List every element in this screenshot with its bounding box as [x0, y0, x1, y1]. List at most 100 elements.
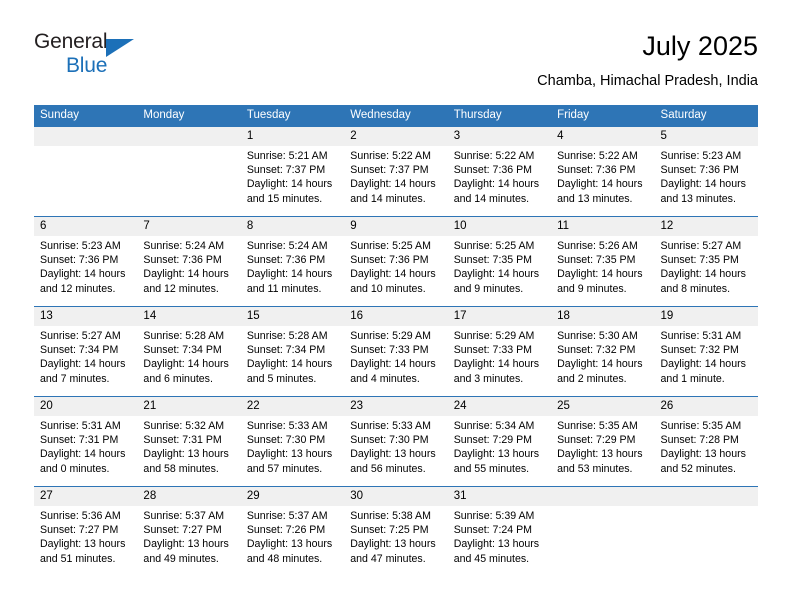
calendar-day-cell[interactable]: 31 Sunrise: 5:39 AM Sunset: 7:24 PM Dayligh…	[447, 486, 552, 577]
daylight-text-line2: and 12 minutes.	[143, 282, 219, 295]
calendar-day-cell[interactable]: 17 Sunrise: 5:29 AM Sunset: 7:33 PM Dayligh…	[447, 306, 552, 397]
daylight-text-line1: Daylight: 13 hours	[660, 448, 746, 461]
calendar-day-cell[interactable]: 1 Sunrise: 5:21 AM Sunset: 7:37 PM Daylight…	[240, 126, 345, 217]
daylight-text-line1: Daylight: 13 hours	[453, 448, 540, 461]
sunrise-text: Sunrise: 5:28 AM	[143, 330, 225, 342]
sunrise-text: Sunrise: 5:39 AM	[453, 510, 535, 522]
daylight-text-line1: Daylight: 14 hours	[40, 448, 126, 461]
day-details: Sunrise: 5:29 AM Sunset: 7:33 PM Daylight:…	[448, 326, 551, 386]
calendar-day-cell[interactable]: 27 Sunrise: 5:36 AM Sunset: 7:27 PM Dayligh…	[34, 486, 138, 577]
calendar-week-row: 13 Sunrise: 5:27 AM Sunset: 7:34 PM Dayligh…	[34, 306, 758, 397]
calendar-day-cell[interactable]: 13 Sunrise: 5:27 AM Sunset: 7:34 PM Dayligh…	[34, 306, 138, 397]
sunset-text: Sunset: 7:35 PM	[660, 254, 739, 267]
calendar-day-cell[interactable]: 3 Sunrise: 5:22 AM Sunset: 7:36 PM Daylight…	[447, 126, 552, 217]
calendar-day-cell[interactable]: 14 Sunrise: 5:28 AM Sunset: 7:34 PM Dayligh…	[137, 306, 241, 397]
sunrise-text: Sunrise: 5:21 AM	[246, 150, 328, 162]
calendar-day-cell[interactable]: 30 Sunrise: 5:38 AM Sunset: 7:25 PM Dayligh…	[344, 486, 448, 577]
daylight-text-line1: Daylight: 14 hours	[246, 268, 333, 281]
sunrise-text: Sunrise: 5:29 AM	[350, 330, 431, 342]
calendar-day-cell[interactable]: 2 Sunrise: 5:22 AM Sunset: 7:37 PM Daylight…	[344, 126, 448, 217]
calendar-day-cell[interactable]: 5 Sunrise: 5:23 AM Sunset: 7:36 PM Daylight…	[654, 126, 758, 217]
calendar-day-cell[interactable]: 10 Sunrise: 5:25 AM Sunset: 7:35 PM Dayligh…	[447, 216, 552, 307]
daylight-text-line1: Daylight: 14 hours	[557, 268, 643, 281]
sunset-text: Sunset: 7:37 PM	[350, 164, 429, 177]
calendar-day-cell[interactable]: 15 Sunrise: 5:28 AM Sunset: 7:34 PM Dayligh…	[240, 306, 345, 397]
daylight-text-line2: and 49 minutes.	[143, 552, 219, 565]
daylight-text-line2: and 9 minutes.	[557, 282, 627, 295]
calendar-day-cell[interactable]: 11 Sunrise: 5:26 AM Sunset: 7:35 PM Dayligh…	[551, 216, 655, 307]
calendar-day-cell[interactable]: 26 Sunrise: 5:35 AM Sunset: 7:28 PM Dayligh…	[654, 396, 758, 487]
day-number: 18	[551, 307, 655, 326]
sunrise-text: Sunrise: 5:31 AM	[40, 420, 121, 432]
day-number: 31	[447, 487, 552, 506]
day-number: 7	[137, 217, 241, 236]
weekday-header-sunday: Sunday	[34, 105, 138, 127]
calendar-day-cell[interactable]: 19 Sunrise: 5:31 AM Sunset: 7:32 PM Dayligh…	[654, 306, 758, 397]
calendar-day-cell[interactable]: 8 Sunrise: 5:24 AM Sunset: 7:36 PM Daylight…	[240, 216, 345, 307]
day-number: 13	[34, 307, 138, 326]
sunset-text: Sunset: 7:24 PM	[453, 524, 533, 537]
title-block: July 2025 Chamba, Himachal Pradesh, Indi…	[537, 30, 758, 91]
calendar-day-cell[interactable]: 4 Sunrise: 5:22 AM Sunset: 7:36 PM Daylight…	[551, 126, 655, 217]
daylight-text-line1: Daylight: 13 hours	[350, 538, 436, 551]
day-number: 27	[34, 487, 138, 506]
daylight-text-line1: Daylight: 14 hours	[40, 358, 126, 371]
daylight-text-line1: Daylight: 13 hours	[246, 538, 333, 551]
calendar-day-cell[interactable]: 24 Sunrise: 5:34 AM Sunset: 7:29 PM Dayligh…	[447, 396, 552, 487]
daylight-text-line2: and 14 minutes.	[453, 192, 530, 205]
daylight-text-line1: Daylight: 13 hours	[246, 448, 333, 461]
sunset-text: Sunset: 7:36 PM	[350, 254, 429, 267]
daylight-text-line1: Daylight: 13 hours	[557, 448, 643, 461]
day-details: Sunrise: 5:24 AM Sunset: 7:36 PM Daylight:…	[137, 236, 240, 296]
calendar-day-cell[interactable]: 6 Sunrise: 5:23 AM Sunset: 7:36 PM Daylight…	[34, 216, 138, 307]
daylight-text-line2: and 45 minutes.	[453, 552, 530, 565]
daylight-text-line2: and 57 minutes.	[246, 462, 323, 475]
day-number	[34, 127, 138, 146]
calendar-day-cell[interactable]: 21 Sunrise: 5:32 AM Sunset: 7:31 PM Dayligh…	[137, 396, 241, 487]
calendar-day-cell[interactable]: 22 Sunrise: 5:33 AM Sunset: 7:30 PM Dayligh…	[240, 396, 345, 487]
daylight-text-line1: Daylight: 14 hours	[350, 268, 436, 281]
sunset-text: Sunset: 7:34 PM	[246, 344, 326, 357]
day-number: 30	[344, 487, 448, 506]
sunrise-text: Sunrise: 5:38 AM	[350, 510, 431, 522]
page-title: July 2025	[642, 31, 758, 61]
sunset-text: Sunset: 7:34 PM	[40, 344, 119, 357]
sunset-text: Sunset: 7:31 PM	[143, 434, 222, 447]
sunset-text: Sunset: 7:35 PM	[557, 254, 636, 267]
sunrise-text: Sunrise: 5:29 AM	[453, 330, 535, 342]
calendar-day-cell[interactable]: 20 Sunrise: 5:31 AM Sunset: 7:31 PM Dayligh…	[34, 396, 138, 487]
day-details: Sunrise: 5:26 AM Sunset: 7:35 PM Daylight:…	[551, 236, 654, 296]
sunset-text: Sunset: 7:34 PM	[143, 344, 222, 357]
sunset-text: Sunset: 7:36 PM	[557, 164, 636, 177]
daylight-text-line1: Daylight: 14 hours	[350, 358, 436, 371]
calendar-day-cell[interactable]: 23 Sunrise: 5:33 AM Sunset: 7:30 PM Dayligh…	[344, 396, 448, 487]
day-number: 23	[344, 397, 448, 416]
daylight-text-line2: and 15 minutes.	[246, 192, 323, 205]
sunrise-text: Sunrise: 5:36 AM	[40, 510, 121, 522]
daylight-text-line2: and 51 minutes.	[40, 552, 116, 565]
sunrise-text: Sunrise: 5:22 AM	[557, 150, 638, 162]
calendar-day-cell[interactable]: 12 Sunrise: 5:27 AM Sunset: 7:35 PM Dayligh…	[654, 216, 758, 307]
calendar-day-cell[interactable]: 7 Sunrise: 5:24 AM Sunset: 7:36 PM Daylight…	[137, 216, 241, 307]
daylight-text-line2: and 8 minutes.	[660, 282, 731, 295]
sunrise-text: Sunrise: 5:24 AM	[143, 240, 225, 252]
sunset-text: Sunset: 7:28 PM	[660, 434, 739, 447]
daylight-text-line1: Daylight: 13 hours	[143, 448, 229, 461]
daylight-text-line2: and 14 minutes.	[350, 192, 426, 205]
calendar-day-cell[interactable]: 25 Sunrise: 5:35 AM Sunset: 7:29 PM Dayligh…	[551, 396, 655, 487]
daylight-text-line2: and 10 minutes.	[350, 282, 426, 295]
calendar-day-cell[interactable]: 29 Sunrise: 5:37 AM Sunset: 7:26 PM Dayligh…	[240, 486, 345, 577]
weekday-header-monday: Monday	[137, 105, 241, 127]
day-details: Sunrise: 5:24 AM Sunset: 7:36 PM Daylight:…	[241, 236, 344, 296]
calendar-empty-cell	[137, 126, 241, 217]
sunset-text: Sunset: 7:35 PM	[453, 254, 533, 267]
day-details: Sunrise: 5:34 AM Sunset: 7:29 PM Daylight:…	[448, 416, 551, 476]
daylight-text-line2: and 2 minutes.	[557, 372, 627, 385]
daylight-text-line2: and 5 minutes.	[246, 372, 317, 385]
calendar-day-cell[interactable]: 28 Sunrise: 5:37 AM Sunset: 7:27 PM Dayligh…	[137, 486, 241, 577]
generalblue-logo[interactable]: General Blue	[34, 30, 154, 86]
calendar-day-cell[interactable]: 9 Sunrise: 5:25 AM Sunset: 7:36 PM Daylight…	[344, 216, 448, 307]
daylight-text-line1: Daylight: 14 hours	[557, 178, 643, 191]
calendar-day-cell[interactable]: 18 Sunrise: 5:30 AM Sunset: 7:32 PM Dayligh…	[551, 306, 655, 397]
calendar-day-cell[interactable]: 16 Sunrise: 5:29 AM Sunset: 7:33 PM Dayligh…	[344, 306, 448, 397]
